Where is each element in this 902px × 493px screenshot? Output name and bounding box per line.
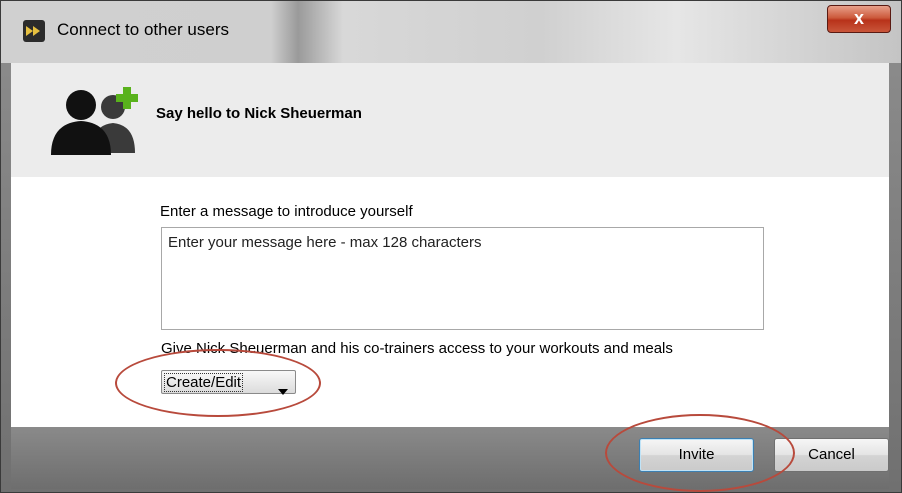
access-level-dropdown[interactable]: Create/Edit	[161, 370, 296, 395]
close-icon: x	[853, 8, 864, 28]
dialog-window: Connect to other users x Say hello to Ni…	[0, 0, 902, 493]
message-input[interactable]	[161, 227, 764, 330]
chevron-down-icon	[278, 380, 288, 399]
invite-button[interactable]: Invite	[639, 438, 754, 472]
title-bar[interactable]: Connect to other users x	[1, 1, 901, 63]
cancel-button[interactable]: Cancel	[774, 438, 889, 472]
dialog-footer	[11, 427, 889, 489]
dialog-heading: Say hello to Nick Sheuerman	[156, 105, 362, 122]
window-title: Connect to other users	[57, 20, 229, 39]
access-level-value: Create/Edit	[164, 373, 244, 392]
add-users-icon	[41, 83, 151, 162]
app-icon	[23, 20, 45, 42]
close-button[interactable]: x	[827, 5, 891, 33]
message-label: Enter a message to introduce yourself	[160, 203, 413, 220]
access-label: Give Nick Sheuerman and his co-trainers …	[161, 340, 673, 357]
dialog-header: Say hello to Nick Sheuerman	[11, 63, 889, 177]
dialog-body: Say hello to Nick Sheuerman Enter a mess…	[11, 63, 889, 489]
